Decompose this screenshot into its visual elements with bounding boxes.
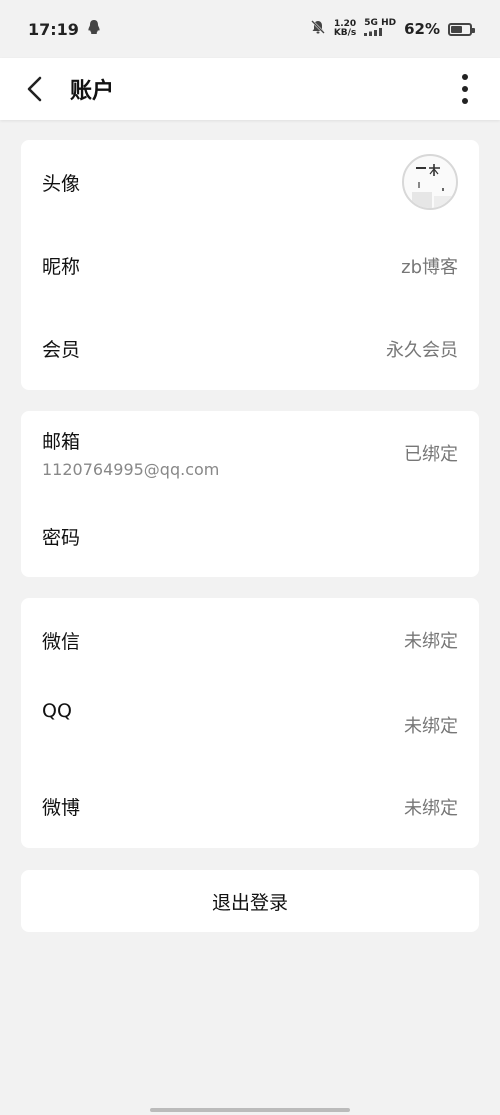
battery-icon: [448, 22, 475, 36]
avatar-row[interactable]: 头像: [21, 140, 479, 224]
weibo-row[interactable]: 微博 未绑定: [21, 765, 479, 848]
logout-button[interactable]: 退出登录: [21, 870, 479, 932]
member-label: 会员: [42, 339, 81, 361]
social-binding-card: 微信 未绑定 QQ 未绑定 微博 未绑定: [21, 598, 479, 848]
nickname-value: zb博客: [401, 256, 458, 278]
mute-icon: [310, 19, 326, 39]
status-left: 17:19: [28, 19, 101, 39]
weibo-label: 微博: [42, 797, 81, 819]
email-row[interactable]: 邮箱 1120764995@qq.com 已绑定: [21, 411, 479, 495]
nickname-row[interactable]: 昵称 zb博客: [21, 224, 479, 307]
email-label: 邮箱: [42, 431, 81, 453]
battery-percent: 62%: [404, 20, 440, 38]
avatar-label: 头像: [42, 172, 81, 195]
avatar-image: [412, 164, 456, 208]
password-label: 密码: [42, 526, 81, 549]
status-right: 1.20 KB/s 5G HD 62%: [310, 19, 475, 39]
more-vertical-icon: [462, 74, 468, 104]
home-indicator[interactable]: [150, 1108, 350, 1112]
network-type: 5G HD: [364, 18, 397, 28]
qq-label: QQ: [42, 700, 72, 722]
member-value: 永久会员: [386, 339, 458, 361]
profile-card: 头像 昵称 zb博客 会员 永久会员: [21, 140, 479, 390]
page-title: 账户: [70, 79, 115, 104]
status-bar: 17:19 1.20 KB/s 5G HD 62%: [0, 0, 500, 58]
qq-status: 未绑定: [404, 716, 458, 737]
back-arrow-icon: [27, 76, 42, 102]
signal-indicator: 5G HD: [364, 19, 396, 39]
wechat-status: 未绑定: [404, 631, 458, 652]
wechat-row[interactable]: 微信 未绑定: [21, 598, 479, 682]
avatar[interactable]: [402, 154, 458, 210]
app-bar: 账户: [0, 58, 500, 120]
battery-fill: [451, 25, 462, 33]
more-options-button[interactable]: [430, 58, 500, 120]
net-speed: 1.20 KB/s: [333, 19, 357, 38]
email-text-group: 邮箱 1120764995@qq.com: [42, 427, 219, 479]
qq-row[interactable]: QQ 未绑定: [21, 682, 479, 765]
back-button[interactable]: [0, 58, 70, 120]
email-value: 1120764995@qq.com: [42, 460, 220, 479]
nickname-label: 昵称: [42, 256, 81, 278]
member-row[interactable]: 会员 永久会员: [21, 307, 479, 390]
password-row[interactable]: 密码: [21, 495, 479, 577]
signal-bars-icon: [364, 28, 383, 36]
weibo-status: 未绑定: [404, 797, 458, 819]
status-time: 17:19: [28, 19, 79, 39]
security-card: 邮箱 1120764995@qq.com 已绑定 密码: [21, 411, 479, 577]
qq-notification-icon: [87, 19, 101, 39]
wechat-label: 微信: [42, 630, 81, 653]
email-status: 已绑定: [404, 444, 458, 465]
